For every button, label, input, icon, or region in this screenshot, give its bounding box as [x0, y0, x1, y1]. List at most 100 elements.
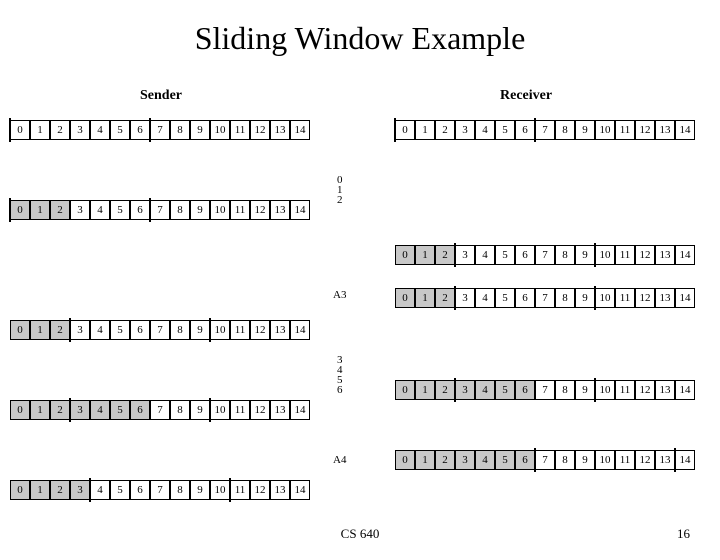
seq-cell: 5 — [110, 320, 130, 340]
seq-cell: 6 — [130, 400, 150, 420]
seq-cell: 13 — [655, 450, 675, 470]
seq-cell: 9 — [190, 200, 210, 220]
seq-cell: 1 — [415, 288, 435, 308]
seq-cell: 5 — [495, 245, 515, 265]
seq-cell: 5 — [110, 480, 130, 500]
seq-cell: 11 — [230, 480, 250, 500]
seq-cell: 10 — [210, 320, 230, 340]
seq-cell: 1 — [415, 120, 435, 140]
seq-cell: 4 — [90, 200, 110, 220]
seq-cell: 6 — [130, 480, 150, 500]
seq-cell: 1 — [30, 480, 50, 500]
seq-cell: 10 — [595, 450, 615, 470]
seq-cell: 4 — [475, 450, 495, 470]
seq-cell: 10 — [210, 400, 230, 420]
seq-cell: 6 — [130, 320, 150, 340]
seq-cell: 7 — [535, 245, 555, 265]
seq-cell: 12 — [635, 288, 655, 308]
seq-cell: 0 — [10, 320, 30, 340]
seq-cell: 8 — [170, 320, 190, 340]
seq-cell: 2 — [50, 200, 70, 220]
seq-cell: 9 — [190, 320, 210, 340]
seq-cell: 1 — [30, 200, 50, 220]
window-right-bar — [594, 286, 596, 310]
seq-cell: 14 — [290, 400, 310, 420]
seq-cell: 1 — [415, 245, 435, 265]
window-right-bar — [674, 448, 676, 472]
window-right-bar — [209, 398, 211, 422]
seq-cell: 0 — [395, 120, 415, 140]
seq-cell: 3 — [70, 120, 90, 140]
seq-cell: 5 — [495, 380, 515, 400]
seq-cell: 7 — [535, 450, 555, 470]
seq-cell: 0 — [10, 120, 30, 140]
seq-cell: 2 — [50, 480, 70, 500]
seq-cell: 1 — [30, 320, 50, 340]
seq-cell: 4 — [475, 120, 495, 140]
seq-cell: 12 — [250, 320, 270, 340]
window-right-bar — [534, 118, 536, 142]
receiver-strip-3: 01234567891011121314 — [395, 380, 695, 400]
seq-cell: 12 — [635, 245, 655, 265]
seq-cell: 2 — [435, 450, 455, 470]
seq-cell: 14 — [675, 120, 695, 140]
seq-cell: 14 — [290, 200, 310, 220]
window-right-bar — [209, 318, 211, 342]
seq-cell: 5 — [495, 120, 515, 140]
seq-cell: 6 — [515, 288, 535, 308]
msg-send-3456: 3 4 5 6 — [337, 355, 343, 395]
seq-cell: 2 — [50, 120, 70, 140]
seq-cell: 10 — [210, 480, 230, 500]
seq-cell: 3 — [70, 400, 90, 420]
seq-cell: 11 — [615, 380, 635, 400]
seq-cell: 0 — [395, 288, 415, 308]
seq-cell: 3 — [455, 288, 475, 308]
seq-cell: 7 — [535, 380, 555, 400]
seq-cell: 9 — [575, 245, 595, 265]
seq-cell: 13 — [270, 480, 290, 500]
seq-cell: 14 — [290, 480, 310, 500]
seq-cell: 10 — [595, 245, 615, 265]
seq-cell: 8 — [555, 120, 575, 140]
seq-cell: 13 — [270, 320, 290, 340]
window-left-bar — [454, 378, 456, 402]
seq-cell: 11 — [615, 288, 635, 308]
seq-cell: 14 — [675, 288, 695, 308]
seq-cell: 4 — [90, 120, 110, 140]
seq-cell: 2 — [50, 400, 70, 420]
seq-cell: 7 — [150, 120, 170, 140]
sender-strip-0: 01234567891011121314 — [10, 120, 310, 140]
seq-cell: 9 — [575, 450, 595, 470]
seq-cell: 7 — [535, 288, 555, 308]
msg-send-012: 0 1 2 — [337, 175, 343, 205]
seq-cell: 10 — [210, 120, 230, 140]
seq-cell: 11 — [230, 200, 250, 220]
seq-cell: 11 — [230, 120, 250, 140]
seq-cell: 7 — [150, 200, 170, 220]
seq-cell: 14 — [290, 120, 310, 140]
seq-cell: 11 — [615, 120, 635, 140]
seq-cell: 4 — [475, 245, 495, 265]
seq-cell: 5 — [110, 120, 130, 140]
seq-cell: 9 — [575, 120, 595, 140]
receiver-strip-4: 01234567891011121314 — [395, 450, 695, 470]
seq-cell: 8 — [555, 245, 575, 265]
seq-cell: 5 — [495, 450, 515, 470]
seq-cell: 7 — [150, 320, 170, 340]
seq-cell: 12 — [635, 380, 655, 400]
seq-cell: 7 — [150, 480, 170, 500]
window-right-bar — [594, 243, 596, 267]
seq-cell: 8 — [555, 288, 575, 308]
seq-cell: 8 — [170, 120, 190, 140]
window-left-bar — [69, 318, 71, 342]
msg-ack-a3: A3 — [333, 290, 346, 300]
seq-cell: 14 — [675, 245, 695, 265]
seq-cell: 0 — [10, 400, 30, 420]
seq-cell: 12 — [635, 450, 655, 470]
seq-cell: 12 — [635, 120, 655, 140]
seq-cell: 2 — [50, 320, 70, 340]
seq-cell: 14 — [675, 380, 695, 400]
seq-cell: 3 — [455, 120, 475, 140]
seq-cell: 3 — [70, 200, 90, 220]
seq-cell: 6 — [130, 200, 150, 220]
